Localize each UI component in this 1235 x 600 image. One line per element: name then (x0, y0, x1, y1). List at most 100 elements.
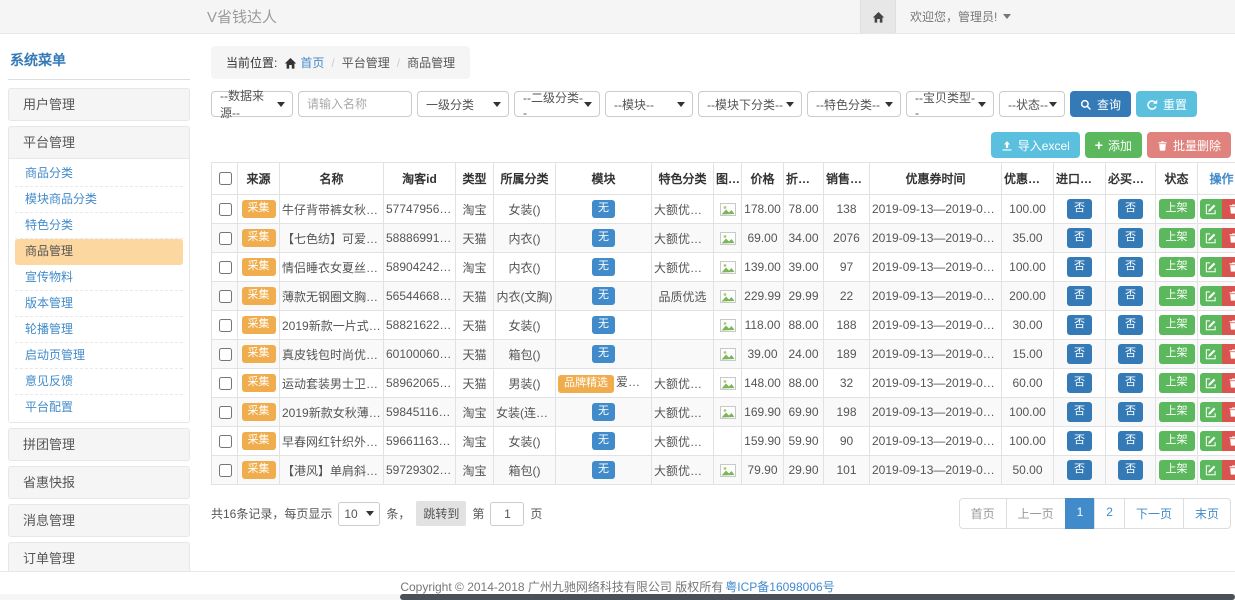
sidebar-subitem-goods-manage[interactable]: 商品管理 (15, 239, 183, 265)
edit-button[interactable] (1200, 199, 1222, 219)
select-all-checkbox[interactable] (219, 172, 232, 185)
page-1-button[interactable]: 1 (1065, 498, 1096, 529)
must-buy-toggle-button[interactable]: 否 (1118, 431, 1143, 450)
sidebar-item-user[interactable]: 用户管理 (9, 89, 189, 120)
import-toggle-button[interactable]: 否 (1067, 228, 1092, 247)
must-buy-toggle-button[interactable]: 否 (1118, 286, 1143, 305)
status-button[interactable]: 上架 (1159, 228, 1195, 247)
page-prev-button[interactable]: 上一页 (1006, 498, 1066, 529)
breadcrumb-home-link[interactable]: 首页 (284, 54, 324, 71)
import-toggle-button[interactable]: 否 (1067, 431, 1092, 450)
sidebar-item-saving-news[interactable]: 省惠快报 (9, 467, 189, 498)
sidebar-subitem-splash-manage[interactable]: 启动页管理 (15, 343, 183, 369)
edit-button[interactable] (1200, 431, 1222, 451)
sidebar-subitem-feedback[interactable]: 意见反馈 (15, 369, 183, 395)
row-checkbox[interactable] (219, 232, 232, 245)
filter-module-sub-category-select[interactable]: --模块下分类-- (698, 91, 802, 117)
per-page-select[interactable]: 10 (338, 502, 380, 526)
edit-button[interactable] (1200, 373, 1222, 393)
filter-feature-category-select[interactable]: --特色分类-- (807, 91, 901, 117)
sidebar-subitem-goods-category[interactable]: 商品分类 (15, 161, 183, 187)
sidebar-subitem-module-goods-category[interactable]: 模块商品分类 (15, 187, 183, 213)
import-toggle-button[interactable]: 否 (1067, 460, 1092, 479)
scrollbar-thumb[interactable] (400, 594, 1235, 600)
row-checkbox[interactable] (219, 348, 232, 361)
page-first-button[interactable]: 首页 (959, 498, 1007, 529)
status-button[interactable]: 上架 (1159, 199, 1195, 218)
delete-button[interactable] (1222, 228, 1235, 248)
status-button[interactable]: 上架 (1159, 257, 1195, 276)
import-toggle-button[interactable]: 否 (1067, 257, 1092, 276)
icp-link[interactable]: 粤ICP备16098006号 (725, 578, 834, 595)
delete-button[interactable] (1222, 315, 1235, 335)
import-toggle-button[interactable]: 否 (1067, 199, 1092, 218)
search-button[interactable]: 查询 (1070, 91, 1131, 117)
filter-level2-category-select[interactable]: --二级分类-- (514, 91, 600, 117)
must-buy-toggle-button[interactable]: 否 (1118, 402, 1143, 421)
status-button[interactable]: 上架 (1159, 344, 1195, 363)
must-buy-toggle-button[interactable]: 否 (1118, 373, 1143, 392)
filter-item-type-select[interactable]: --宝贝类型-- (906, 91, 994, 117)
page-last-button[interactable]: 末页 (1183, 498, 1231, 529)
edit-button[interactable] (1200, 402, 1222, 422)
home-button[interactable] (860, 0, 896, 33)
delete-button[interactable] (1222, 344, 1235, 364)
status-button[interactable]: 上架 (1159, 431, 1195, 450)
row-checkbox[interactable] (219, 319, 232, 332)
delete-button[interactable] (1222, 199, 1235, 219)
delete-button[interactable] (1222, 286, 1235, 306)
filter-status-select[interactable]: --状态-- (999, 91, 1065, 117)
sidebar-subitem-feature-category[interactable]: 特色分类 (15, 213, 183, 239)
status-button[interactable]: 上架 (1159, 315, 1195, 334)
page-number-input[interactable] (490, 502, 524, 526)
must-buy-toggle-button[interactable]: 否 (1118, 257, 1143, 276)
sidebar-item-order[interactable]: 订单管理 (9, 543, 189, 571)
batch-delete-button[interactable]: 批量删除 (1147, 132, 1231, 158)
status-button[interactable]: 上架 (1159, 286, 1195, 305)
add-button[interactable]: + 添加 (1085, 132, 1142, 158)
sidebar-subitem-version-manage[interactable]: 版本管理 (15, 291, 183, 317)
must-buy-toggle-button[interactable]: 否 (1118, 460, 1143, 479)
row-checkbox[interactable] (219, 261, 232, 274)
filter-level1-category-select[interactable]: 一级分类 (417, 91, 509, 117)
reset-button[interactable]: 重置 (1136, 91, 1197, 117)
delete-button[interactable] (1222, 460, 1235, 480)
delete-button[interactable] (1222, 373, 1235, 393)
status-button[interactable]: 上架 (1159, 402, 1195, 421)
import-toggle-button[interactable]: 否 (1067, 373, 1092, 392)
status-button[interactable]: 上架 (1159, 373, 1195, 392)
filter-data-source-select[interactable]: --数据来源-- (211, 91, 293, 117)
must-buy-toggle-button[interactable]: 否 (1118, 199, 1143, 218)
sidebar-subitem-platform-config[interactable]: 平台配置 (15, 395, 183, 420)
import-toggle-button[interactable]: 否 (1067, 402, 1092, 421)
edit-button[interactable] (1200, 315, 1222, 335)
row-checkbox[interactable] (219, 290, 232, 303)
jump-button[interactable]: 跳转到 (416, 501, 466, 526)
import-toggle-button[interactable]: 否 (1067, 315, 1092, 334)
delete-button[interactable] (1222, 402, 1235, 422)
delete-button[interactable] (1222, 431, 1235, 451)
sidebar-subitem-carousel-manage[interactable]: 轮播管理 (15, 317, 183, 343)
edit-button[interactable] (1200, 344, 1222, 364)
user-menu[interactable]: 欢迎您，管理员! (896, 0, 1025, 33)
row-checkbox[interactable] (219, 377, 232, 390)
row-checkbox[interactable] (219, 203, 232, 216)
filter-module-select[interactable]: --模块-- (605, 91, 693, 117)
edit-button[interactable] (1200, 286, 1222, 306)
row-checkbox[interactable] (219, 435, 232, 448)
must-buy-toggle-button[interactable]: 否 (1118, 228, 1143, 247)
import-excel-button[interactable]: 导入excel (991, 132, 1080, 158)
page-next-button[interactable]: 下一页 (1124, 498, 1184, 529)
sidebar-item-message[interactable]: 消息管理 (9, 505, 189, 536)
filter-name-input[interactable] (298, 91, 412, 117)
edit-button[interactable] (1200, 460, 1222, 480)
edit-button[interactable] (1200, 257, 1222, 277)
delete-button[interactable] (1222, 257, 1235, 277)
page-2-button[interactable]: 2 (1094, 498, 1125, 529)
row-checkbox[interactable] (219, 464, 232, 477)
sidebar-item-group-buy[interactable]: 拼团管理 (9, 429, 189, 460)
sidebar-item-platform[interactable]: 平台管理 (9, 127, 189, 159)
import-toggle-button[interactable]: 否 (1067, 286, 1092, 305)
edit-button[interactable] (1200, 228, 1222, 248)
must-buy-toggle-button[interactable]: 否 (1118, 344, 1143, 363)
